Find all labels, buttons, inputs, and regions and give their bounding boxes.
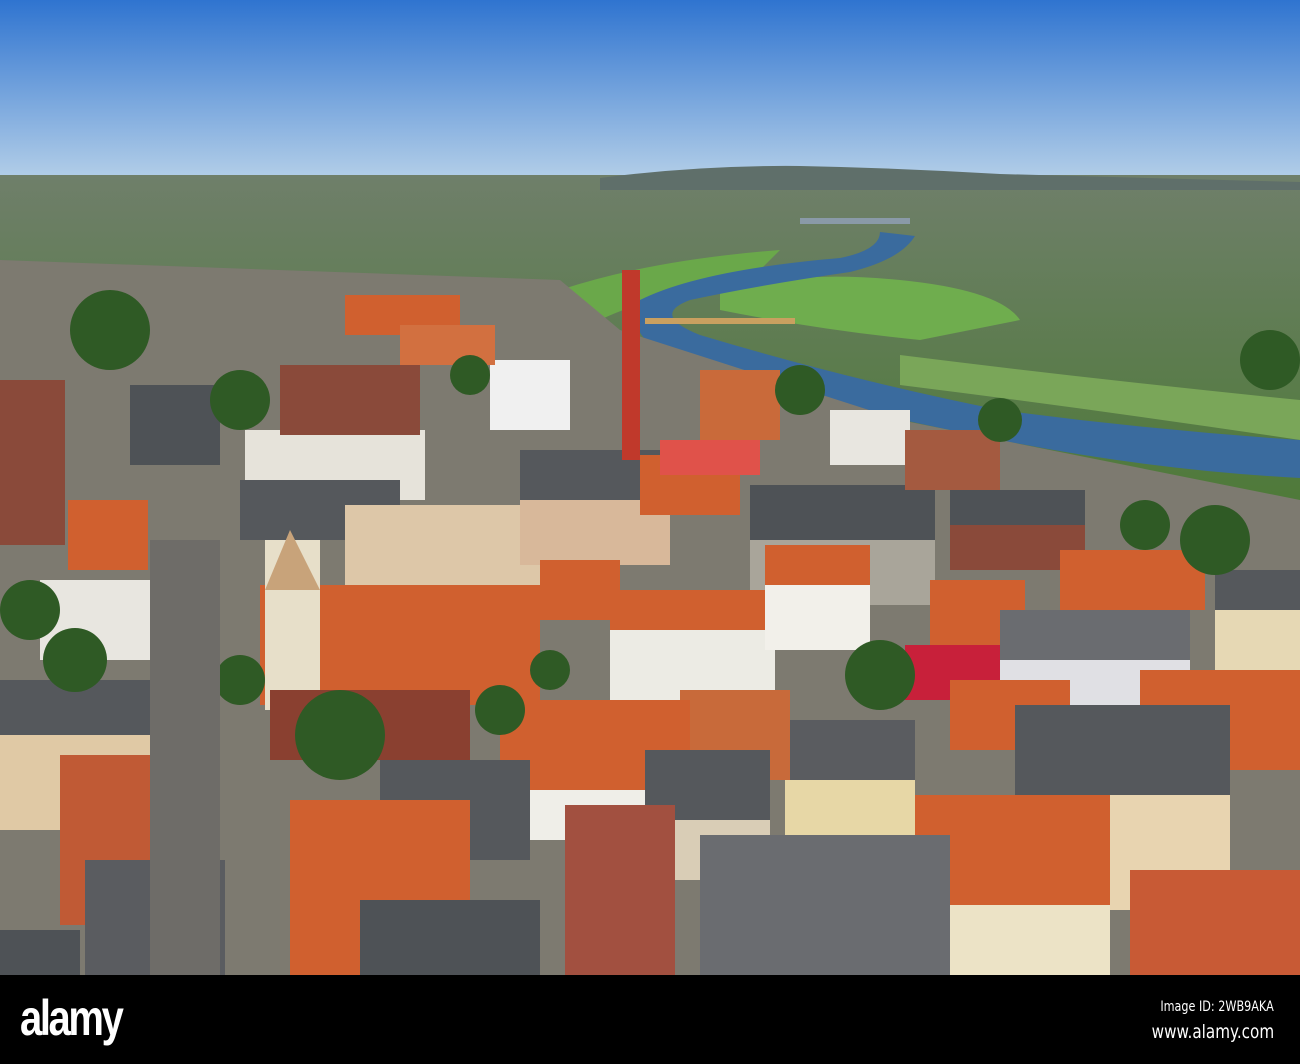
- aerial-town-photo: [0, 0, 1300, 975]
- image-id: Image ID: 2WB9AKA: [1160, 999, 1274, 1015]
- stock-footer: alamy Image ID: 2WB9AKA www.alamy.com: [0, 975, 1300, 1064]
- railway-bridge: [800, 218, 910, 224]
- bridge: [645, 318, 795, 324]
- site-url: www.alamy.com: [1151, 1021, 1274, 1043]
- main-street: [150, 540, 220, 975]
- sky: [0, 0, 1300, 180]
- stock-photo-frame: alamy Image ID: 2WB9AKA www.alamy.com: [0, 0, 1300, 1064]
- radio-tower: [622, 270, 640, 460]
- alamy-logo: alamy: [20, 990, 124, 1046]
